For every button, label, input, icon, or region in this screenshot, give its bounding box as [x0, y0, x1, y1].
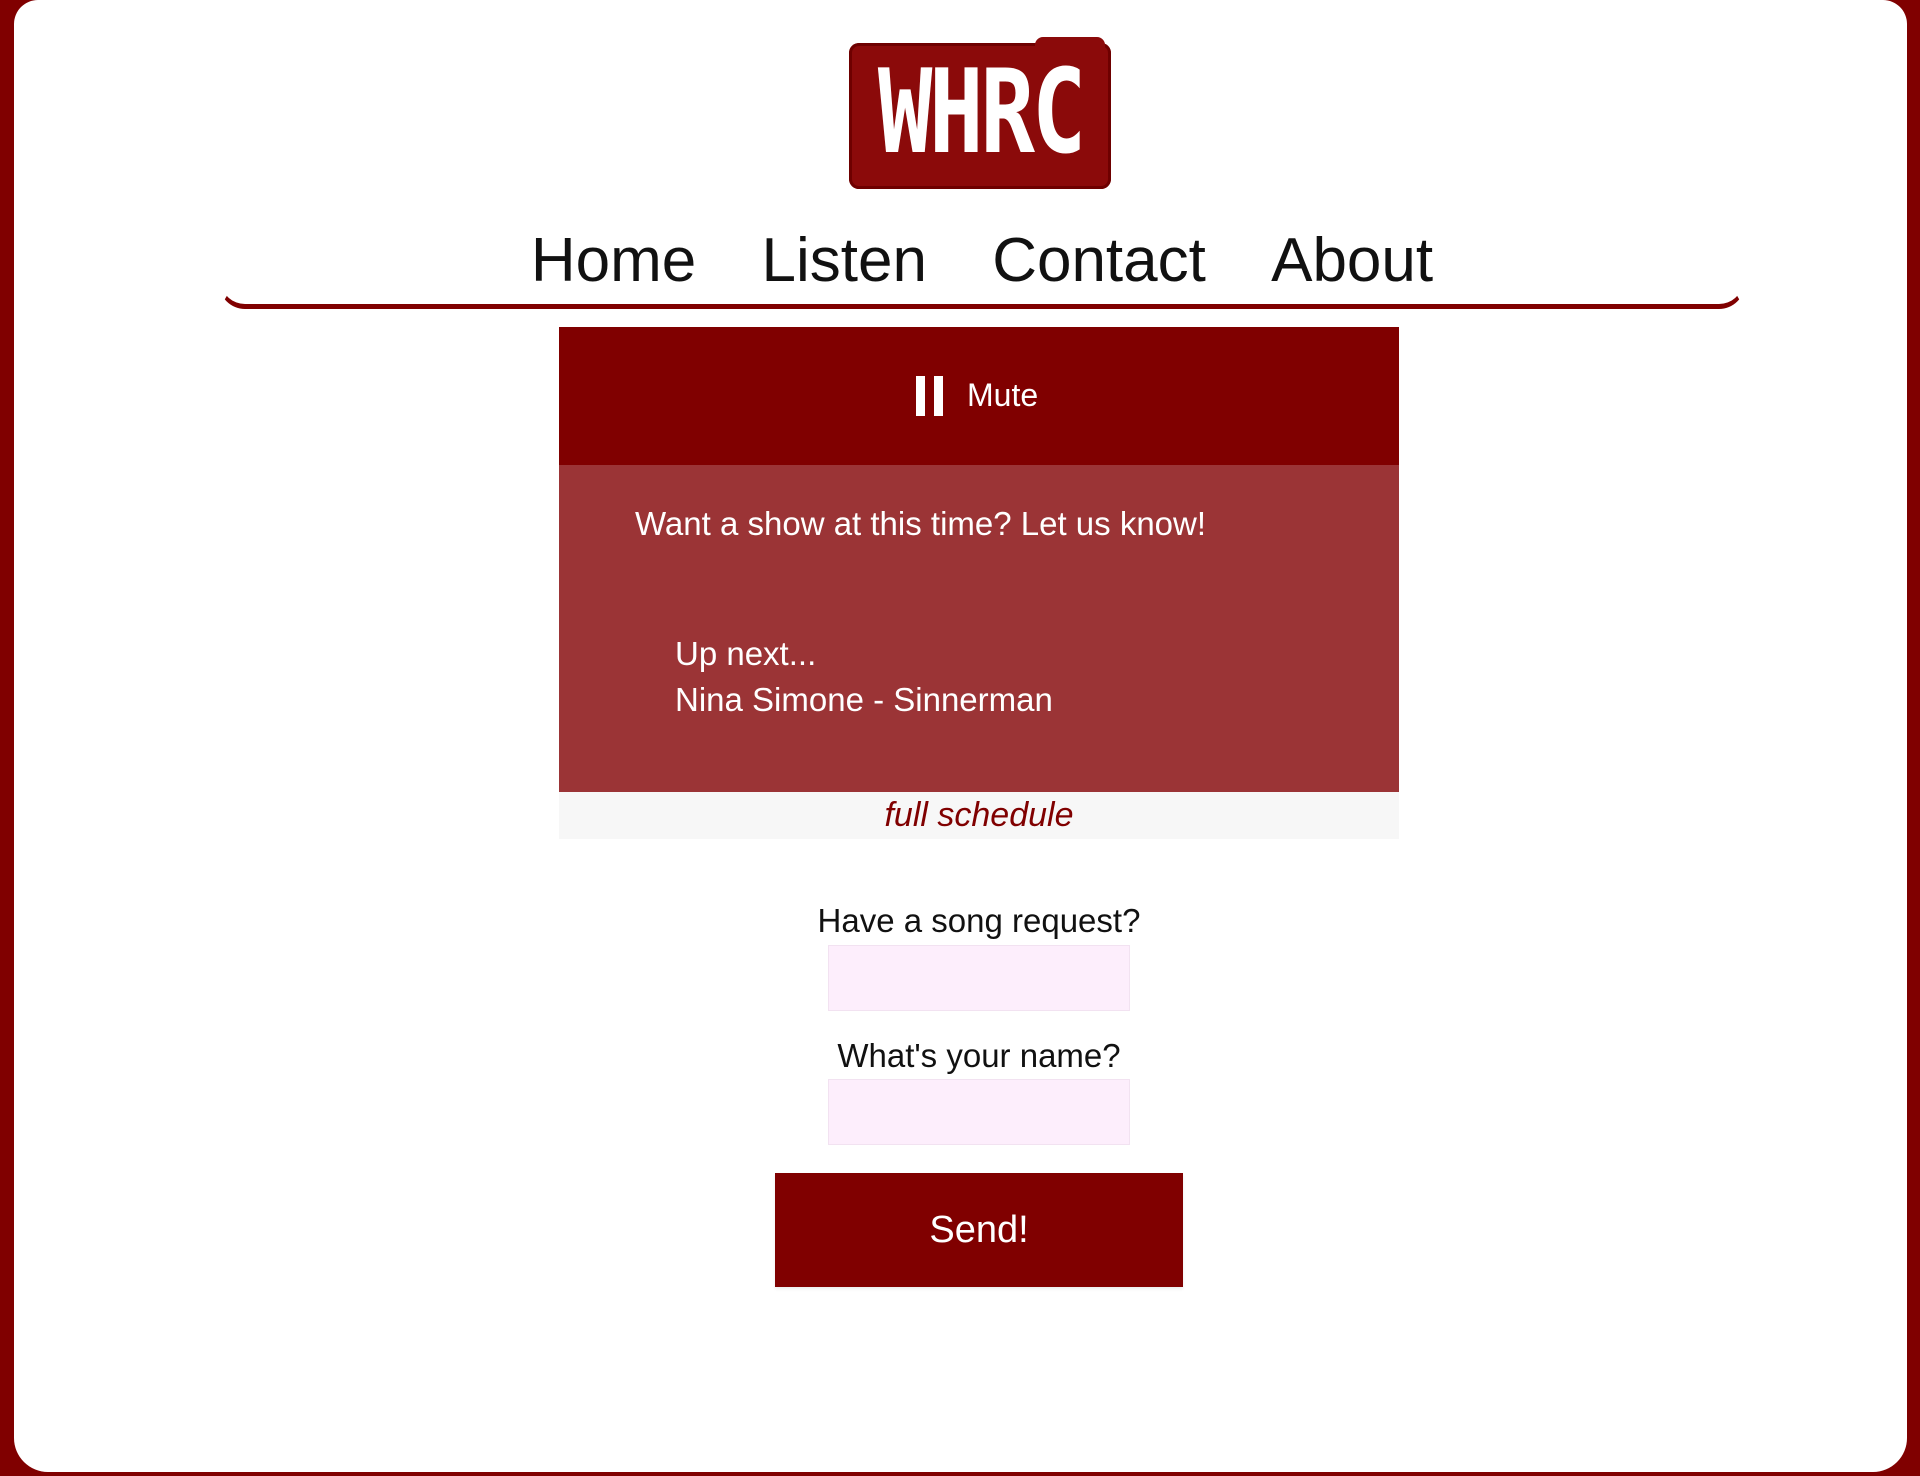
full-schedule-link[interactable]: full schedule: [884, 796, 1073, 834]
nav-items: Home Listen Contact About: [222, 218, 1742, 304]
up-next-label: Up next...: [675, 635, 817, 672]
name-input[interactable]: [828, 1079, 1130, 1145]
page-card: WHRC Home Listen Contact About Mute Want…: [14, 0, 1907, 1472]
pause-icon[interactable]: [916, 376, 944, 416]
radio-player: Mute Want a show at this time? Let us kn…: [559, 327, 1399, 839]
nav-item-home[interactable]: Home: [531, 218, 696, 304]
schedule-bar: full schedule: [559, 792, 1399, 839]
main-nav: Home Listen Contact About: [219, 218, 1745, 309]
send-button[interactable]: Send!: [775, 1173, 1183, 1287]
nav-item-contact[interactable]: Contact: [992, 218, 1206, 304]
nav-item-about[interactable]: About: [1271, 218, 1433, 304]
song-request-input[interactable]: [828, 945, 1130, 1011]
up-next: Up next... Nina Simone - Sinnerman: [675, 631, 1053, 723]
mute-label[interactable]: Mute: [967, 375, 1038, 415]
player-controls[interactable]: Mute: [559, 327, 1399, 465]
logo[interactable]: WHRC: [849, 37, 1111, 189]
show-request-text: Want a show at this time? Let us know!: [635, 505, 1207, 542]
up-next-track: Nina Simone - Sinnerman: [675, 681, 1053, 718]
logo-text: WHRC: [877, 45, 1087, 180]
name-label: What's your name?: [837, 1037, 1121, 1074]
now-playing-panel: Want a show at this time? Let us know! U…: [559, 465, 1399, 792]
nav-item-listen[interactable]: Listen: [762, 218, 927, 304]
song-request-label: Have a song request?: [817, 902, 1141, 939]
